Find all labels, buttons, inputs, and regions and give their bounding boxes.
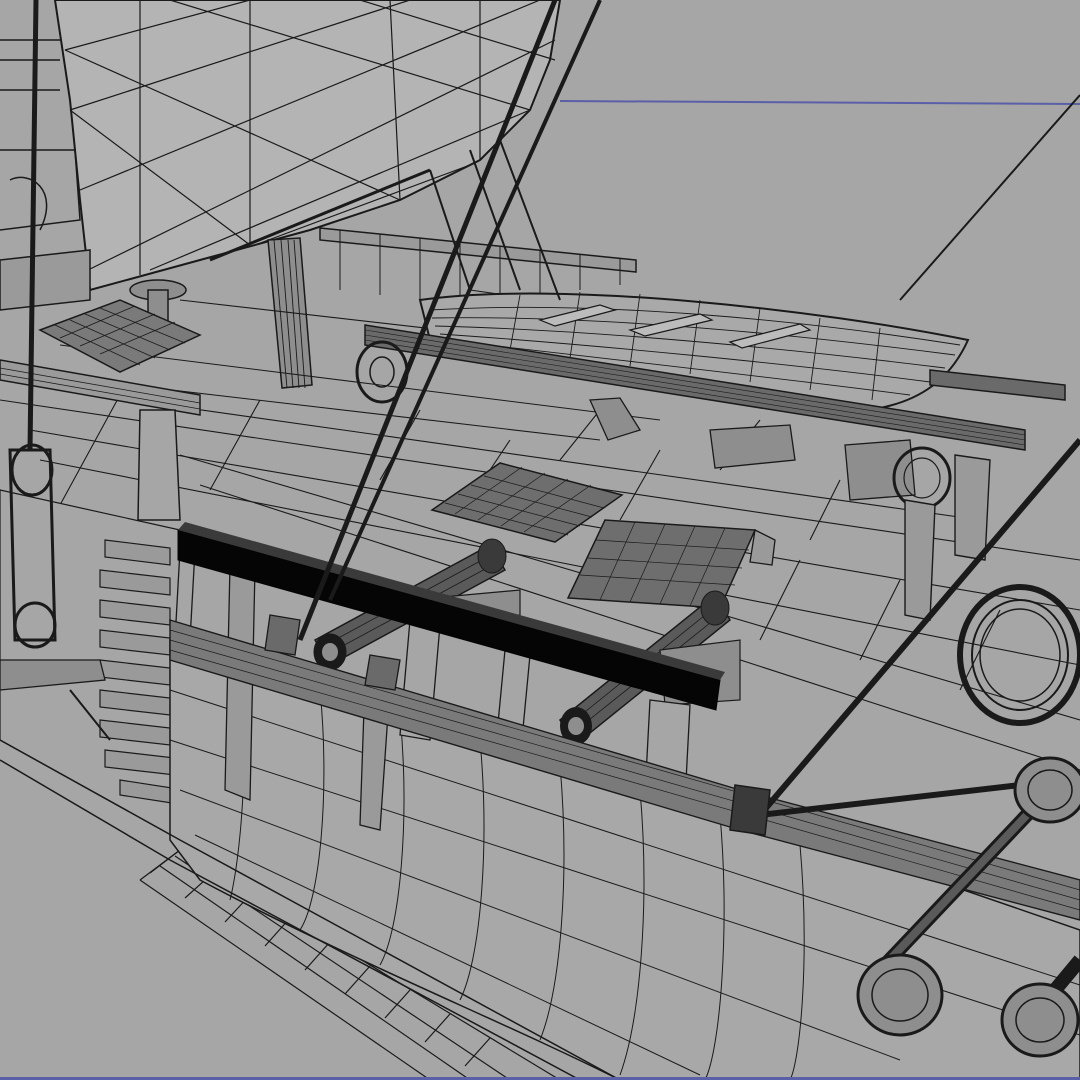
ship-wireframe-render[interactable] — [0, 0, 1080, 1080]
3d-viewport[interactable] — [0, 0, 1080, 1080]
